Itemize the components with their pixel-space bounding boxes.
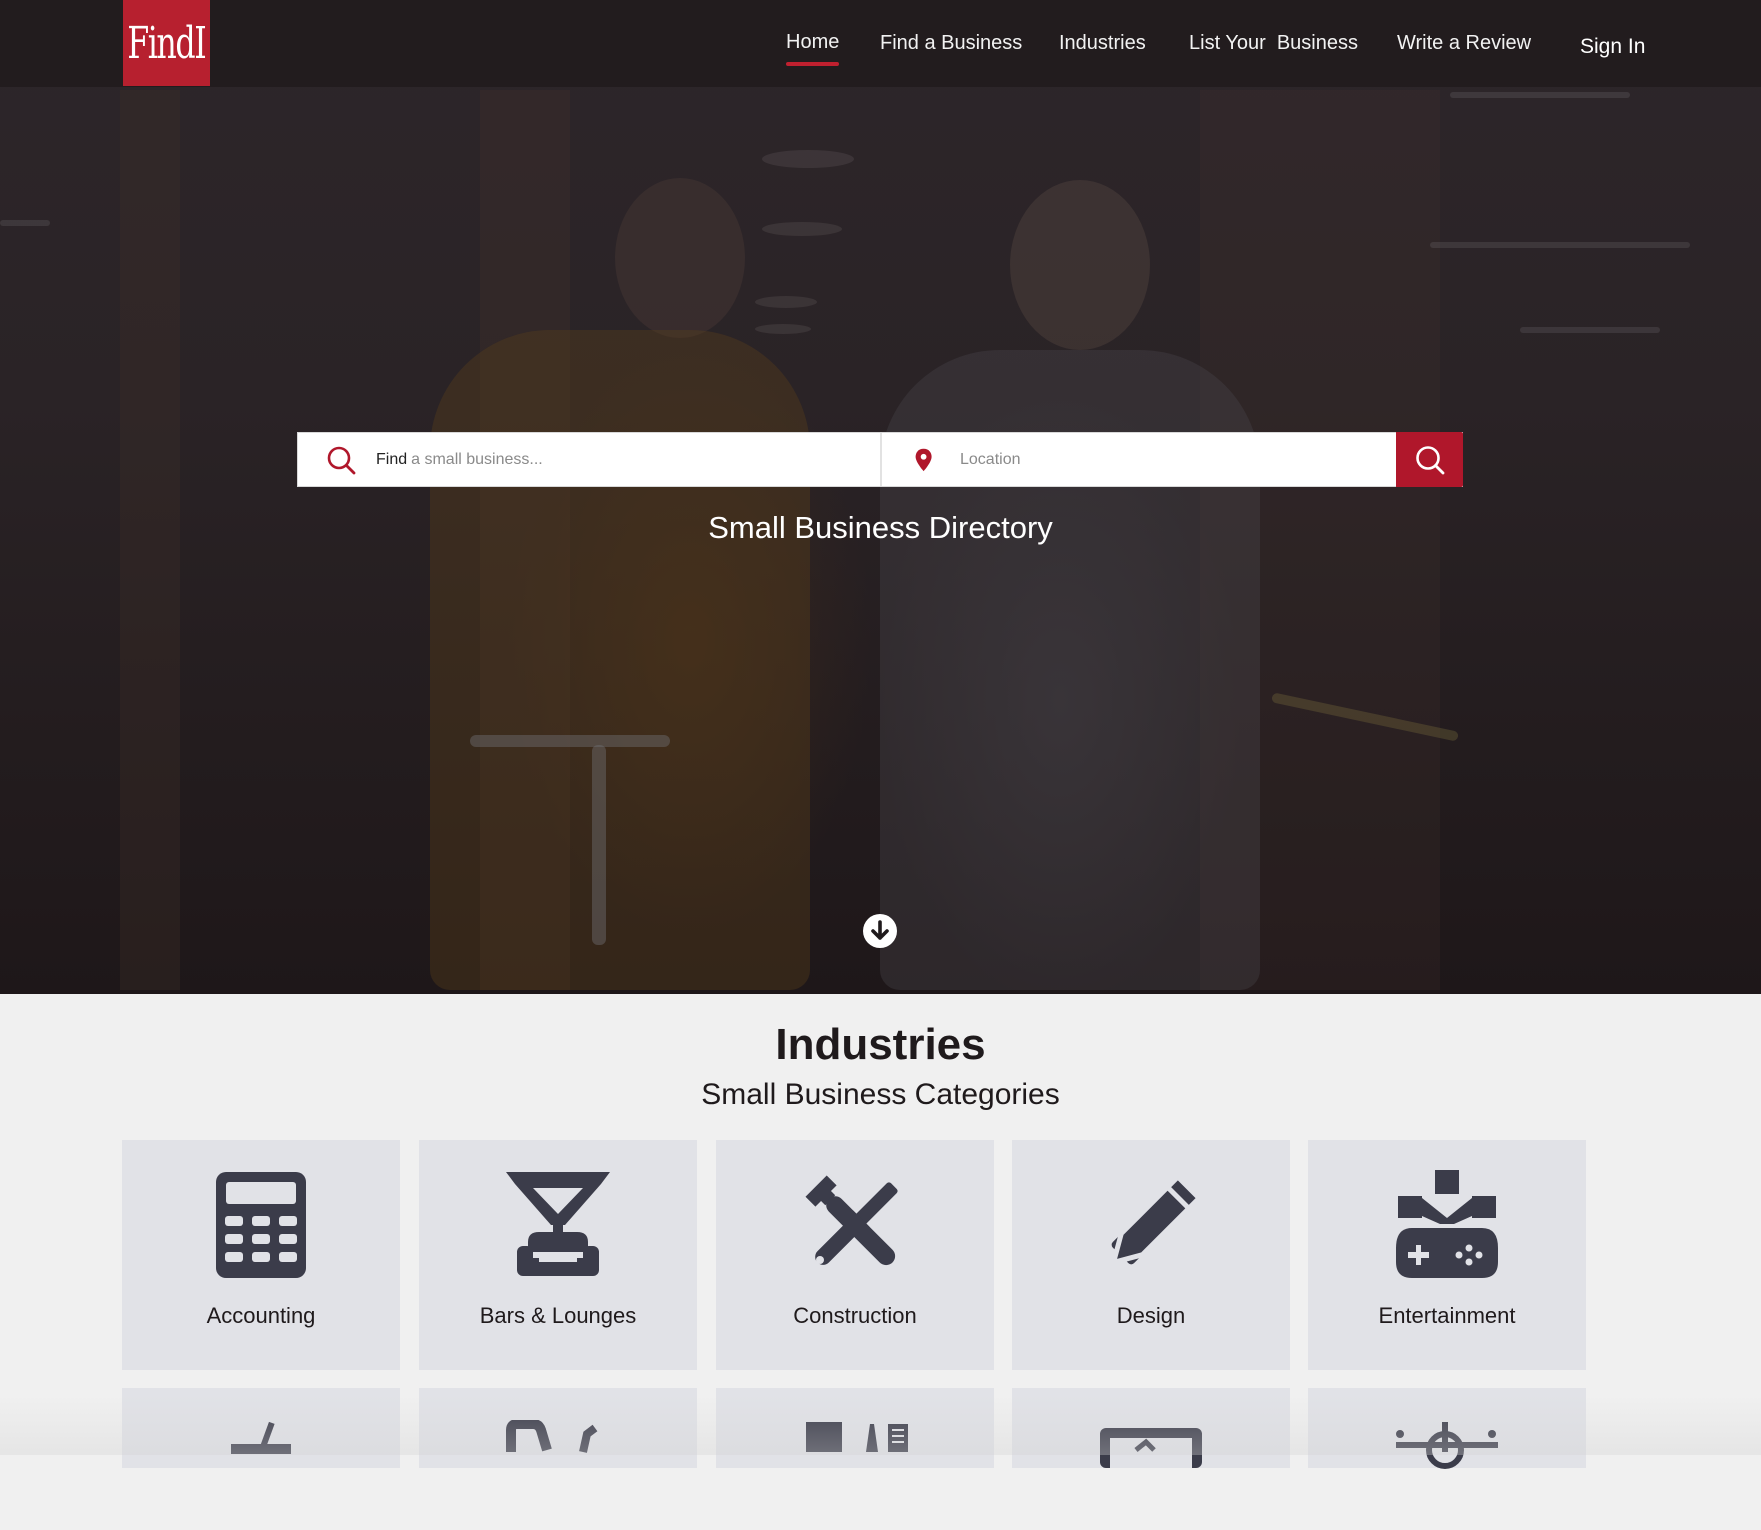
monitor-icon	[1100, 1428, 1202, 1468]
drink-cup-icon	[231, 1421, 291, 1454]
bg-light	[1430, 242, 1690, 248]
industries-subheading: Small Business Categories	[701, 1078, 1060, 1111]
cocktail-lounge-icon	[506, 1172, 610, 1276]
find-label: Find	[376, 450, 408, 468]
business-search-input[interactable]	[411, 450, 812, 469]
bg-lamp	[762, 150, 854, 168]
category-label: Design	[1116, 1303, 1186, 1328]
category-card-partial[interactable]	[716, 1388, 994, 1468]
nav-find-a-business[interactable]: Find a Business	[880, 32, 1022, 55]
logo-text: FindI	[127, 17, 207, 69]
arrow-down-circle-icon	[864, 915, 896, 947]
search-icon	[1415, 445, 1444, 474]
category-label: Entertainment	[1378, 1303, 1516, 1328]
category-card-partial[interactable]	[419, 1388, 697, 1468]
category-label: Construction	[793, 1303, 917, 1328]
hero-background	[0, 0, 1761, 994]
scroll-down-button[interactable]	[863, 914, 897, 948]
category-card-bars-lounges[interactable]: Bars & Lounges	[419, 1140, 697, 1370]
category-label: Accounting	[206, 1303, 316, 1328]
bg-person-head	[615, 178, 745, 338]
category-label: Bars & Lounges	[479, 1303, 637, 1328]
location-input[interactable]	[960, 450, 1340, 469]
nav-home[interactable]: Home	[786, 31, 840, 66]
industries-heading: Industries	[775, 1020, 986, 1069]
bg-person-body	[430, 330, 810, 990]
calculator-icon	[216, 1172, 306, 1278]
bg-light	[0, 220, 50, 226]
location-field[interactable]	[882, 433, 1394, 486]
category-card-partial[interactable]	[122, 1388, 400, 1468]
helicopter-icon	[1396, 1422, 1498, 1469]
sign-in-link[interactable]: Sign In	[1580, 35, 1645, 59]
industry-icon	[806, 1422, 908, 1452]
bg-lamp	[755, 296, 817, 308]
nav-write-a-review[interactable]: Write a Review	[1397, 32, 1531, 55]
category-card-design[interactable]: Design	[1012, 1140, 1290, 1370]
business-search-field[interactable]: Find	[298, 433, 882, 486]
category-card-partial[interactable]	[1308, 1388, 1586, 1469]
brand-logo[interactable]: FindI	[123, 0, 210, 86]
gamepad-icon	[1396, 1170, 1498, 1278]
category-card-construction[interactable]: Construction	[716, 1140, 994, 1370]
bg-person-head	[1010, 180, 1150, 350]
map-pin-icon	[915, 448, 932, 471]
hero-title: Small Business Directory	[708, 510, 1053, 545]
category-card-entertainment[interactable]: Entertainment	[1308, 1140, 1586, 1370]
nav-industries[interactable]: Industries	[1059, 32, 1146, 55]
category-card-partial[interactable]	[1012, 1388, 1290, 1468]
bg-light	[1450, 92, 1630, 98]
search-submit-button[interactable]	[1396, 432, 1463, 487]
pencil-ruler-icon	[1109, 1173, 1203, 1267]
bg-scooter-stem	[592, 745, 606, 945]
tools-icon	[805, 1175, 898, 1266]
search-bar: Find	[297, 432, 1463, 487]
top-navbar: FindI Home Find a Business Industries Li…	[0, 0, 1761, 87]
bg-scooter-handle	[470, 735, 670, 747]
bg-light	[1520, 327, 1660, 333]
car-icon	[506, 1420, 598, 1453]
nav-list-your-business[interactable]: List Your Business	[1189, 32, 1358, 55]
category-card-accounting[interactable]: Accounting	[122, 1140, 400, 1370]
bg-lamp	[755, 324, 811, 334]
bg-lamp	[762, 222, 842, 236]
search-icon	[327, 446, 356, 474]
